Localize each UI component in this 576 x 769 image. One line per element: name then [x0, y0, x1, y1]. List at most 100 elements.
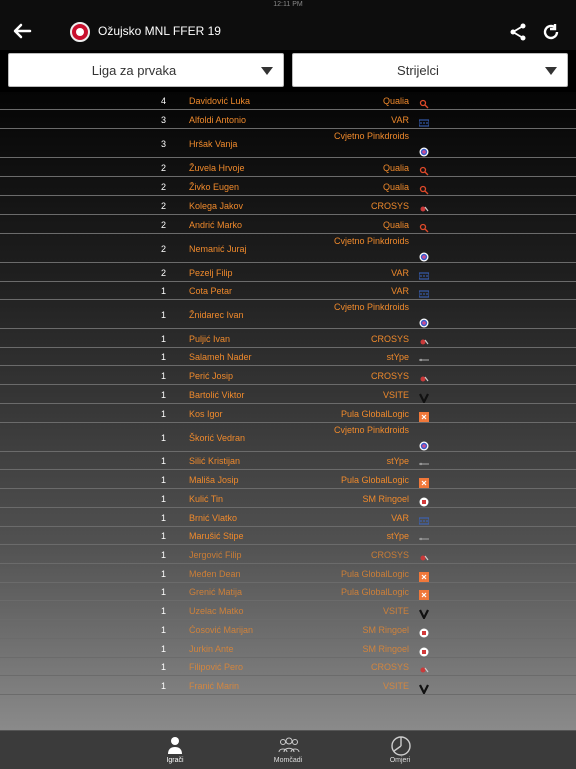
tab-label: Momčadi: [273, 757, 303, 764]
scorer-row[interactable]: 1 Uzelac Matko VSITE: [0, 601, 576, 621]
stype-icon: [419, 531, 429, 541]
stype-icon: [419, 456, 429, 466]
scorer-row[interactable]: 3 Alfoldi Antonio VAR: [0, 110, 576, 129]
goal-count: 4: [160, 96, 166, 106]
crosys-icon: [419, 550, 429, 561]
scorer-row[interactable]: 1 Mališa Josip Pula GlobalLogic: [0, 470, 576, 489]
player-name: Grenić Matija: [189, 587, 243, 597]
scorer-row[interactable]: 4 Davidović Luka Qualia: [0, 92, 576, 110]
team-name: CROSYS: [370, 334, 409, 344]
goal-count: 1: [160, 587, 166, 597]
scorers-list[interactable]: 4 Davidović Luka Qualia 3 Alfoldi Antonio VAR…: [0, 92, 576, 730]
team-name: Qualia: [382, 96, 409, 106]
player-name: Žnidarec Ivan: [189, 310, 244, 320]
team-name: SM Ringoel: [362, 494, 409, 504]
view-dropdown[interactable]: Strijelci: [292, 53, 568, 87]
tab-teams[interactable]: Momčadi: [258, 731, 318, 769]
cvjetno-icon: [419, 144, 429, 157]
pula-icon: [419, 587, 429, 600]
scorer-row[interactable]: 1 Cota Petar VAR: [0, 282, 576, 300]
team-name: SM Ringoel: [362, 625, 409, 635]
goal-count: 1: [160, 371, 166, 381]
vsite-icon: [419, 681, 429, 696]
scorer-row[interactable]: 1 Žnidarec Ivan Cvjetno Pinkdroids: [0, 300, 576, 329]
scorer-row[interactable]: 2 Andrić Marko Qualia: [0, 215, 576, 234]
pie-chart-icon: [391, 736, 411, 756]
tab-players[interactable]: Igrači: [145, 731, 205, 769]
scorer-row[interactable]: 1 Grenić Matija Pula GlobalLogic: [0, 583, 576, 601]
vsite-icon: [419, 390, 429, 405]
scorer-row[interactable]: 1 Puljić Ivan CROSYS: [0, 329, 576, 348]
player-name: Živko Eugen: [189, 182, 240, 192]
tab-ratios[interactable]: Omjeri: [370, 731, 430, 769]
player-name: Žuvela Hrvoje: [189, 163, 245, 173]
scorer-row[interactable]: 2 Kolega Jakov CROSYS: [0, 196, 576, 215]
goal-count: 2: [160, 268, 166, 278]
goal-count: 2: [160, 244, 166, 254]
scorer-row[interactable]: 1 Bartolić Viktor VSITE: [0, 385, 576, 405]
player-name: Andrić Marko: [189, 220, 243, 230]
share-icon[interactable]: [508, 22, 528, 42]
top-bar: 12:11 PM Ožujsko MNL FFER 19: [0, 0, 576, 50]
scorer-row[interactable]: 2 Živko Eugen Qualia: [0, 177, 576, 196]
player-name: Škorić Vedran: [189, 433, 246, 443]
goal-count: 1: [160, 606, 166, 616]
sm-icon: [419, 494, 429, 507]
team-name: SM Ringoel: [362, 644, 409, 654]
qualia-icon: [419, 96, 429, 109]
league-logo: [70, 22, 90, 42]
crosys-icon: [419, 334, 429, 345]
goal-count: 2: [160, 163, 166, 173]
goal-count: 1: [160, 644, 166, 654]
goal-count: 1: [160, 531, 166, 541]
var-icon: [418, 268, 430, 280]
tab-label: Omjeri: [389, 757, 411, 764]
status-bar-time: 12:11 PM: [273, 1, 303, 8]
page-title: Ožujsko MNL FFER 19: [98, 24, 221, 38]
team-name: CROSYS: [370, 371, 409, 381]
player-name: Bartolić Viktor: [189, 390, 245, 400]
scorer-row[interactable]: 1 Marušić Stipe stYpe: [0, 527, 576, 545]
scorer-row[interactable]: 2 Nemanić Juraj Cvjetno Pinkdroids: [0, 234, 576, 263]
scorer-row[interactable]: 1 Kos Igor Pula GlobalLogic: [0, 404, 576, 423]
team-name: Qualia: [382, 163, 409, 173]
scorer-row[interactable]: 1 Brnić Vlatko VAR: [0, 508, 576, 527]
team-name: stYpe: [386, 352, 409, 362]
scorer-row[interactable]: 1 Silić Kristijan stYpe: [0, 452, 576, 470]
qualia-icon: [419, 182, 429, 195]
scorer-row[interactable]: 1 Franić Marin VSITE: [0, 676, 576, 696]
team-name: Qualia: [382, 220, 409, 230]
scorer-row[interactable]: 1 Filipović Pero CROSYS: [0, 658, 576, 676]
back-arrow-icon[interactable]: [12, 22, 32, 40]
refresh-icon[interactable]: [541, 22, 561, 42]
stype-icon: [419, 352, 429, 362]
chevron-down-icon: [545, 67, 557, 75]
goal-count: 1: [160, 625, 166, 635]
scorer-row[interactable]: 3 Hršak Vanja Cvjetno Pinkdroids: [0, 129, 576, 158]
filter-bar: Liga za prvaka Strijelci: [0, 50, 576, 92]
goal-count: 1: [160, 513, 166, 523]
scorer-row[interactable]: 1 Jurkin Ante SM Ringoel: [0, 639, 576, 658]
scorer-row[interactable]: 1 Međen Dean Pula GlobalLogic: [0, 564, 576, 583]
qualia-icon: [419, 220, 429, 233]
player-name: Alfoldi Antonio: [189, 115, 247, 125]
scorer-row[interactable]: 1 Perić Josip CROSYS: [0, 366, 576, 385]
scorer-row[interactable]: 1 Jergović Filip CROSYS: [0, 545, 576, 564]
tab-bar: Igrači Momčadi Omjeri: [0, 730, 576, 769]
goal-count: 1: [160, 310, 166, 320]
var-icon: [418, 286, 430, 298]
scorer-row[interactable]: 2 Žuvela Hrvoje Qualia: [0, 158, 576, 177]
scorer-row[interactable]: 1 Ćosović Marijan SM Ringoel: [0, 620, 576, 639]
scorer-row[interactable]: 1 Salameh Nader stYpe: [0, 348, 576, 366]
scorer-row[interactable]: 2 Pezelj Filip VAR: [0, 263, 576, 282]
goal-count: 1: [160, 494, 166, 504]
scorer-row[interactable]: 1 Škorić Vedran Cvjetno Pinkdroids: [0, 423, 576, 452]
league-dropdown[interactable]: Liga za prvaka: [8, 53, 284, 87]
team-name: stYpe: [386, 456, 409, 466]
team-name: VAR: [391, 268, 409, 278]
player-name: Cota Petar: [189, 286, 233, 296]
scorer-row[interactable]: 1 Kulić Tin SM Ringoel: [0, 489, 576, 508]
goal-count: 1: [160, 352, 166, 362]
goal-count: 1: [160, 456, 166, 466]
goal-count: 1: [160, 681, 166, 691]
